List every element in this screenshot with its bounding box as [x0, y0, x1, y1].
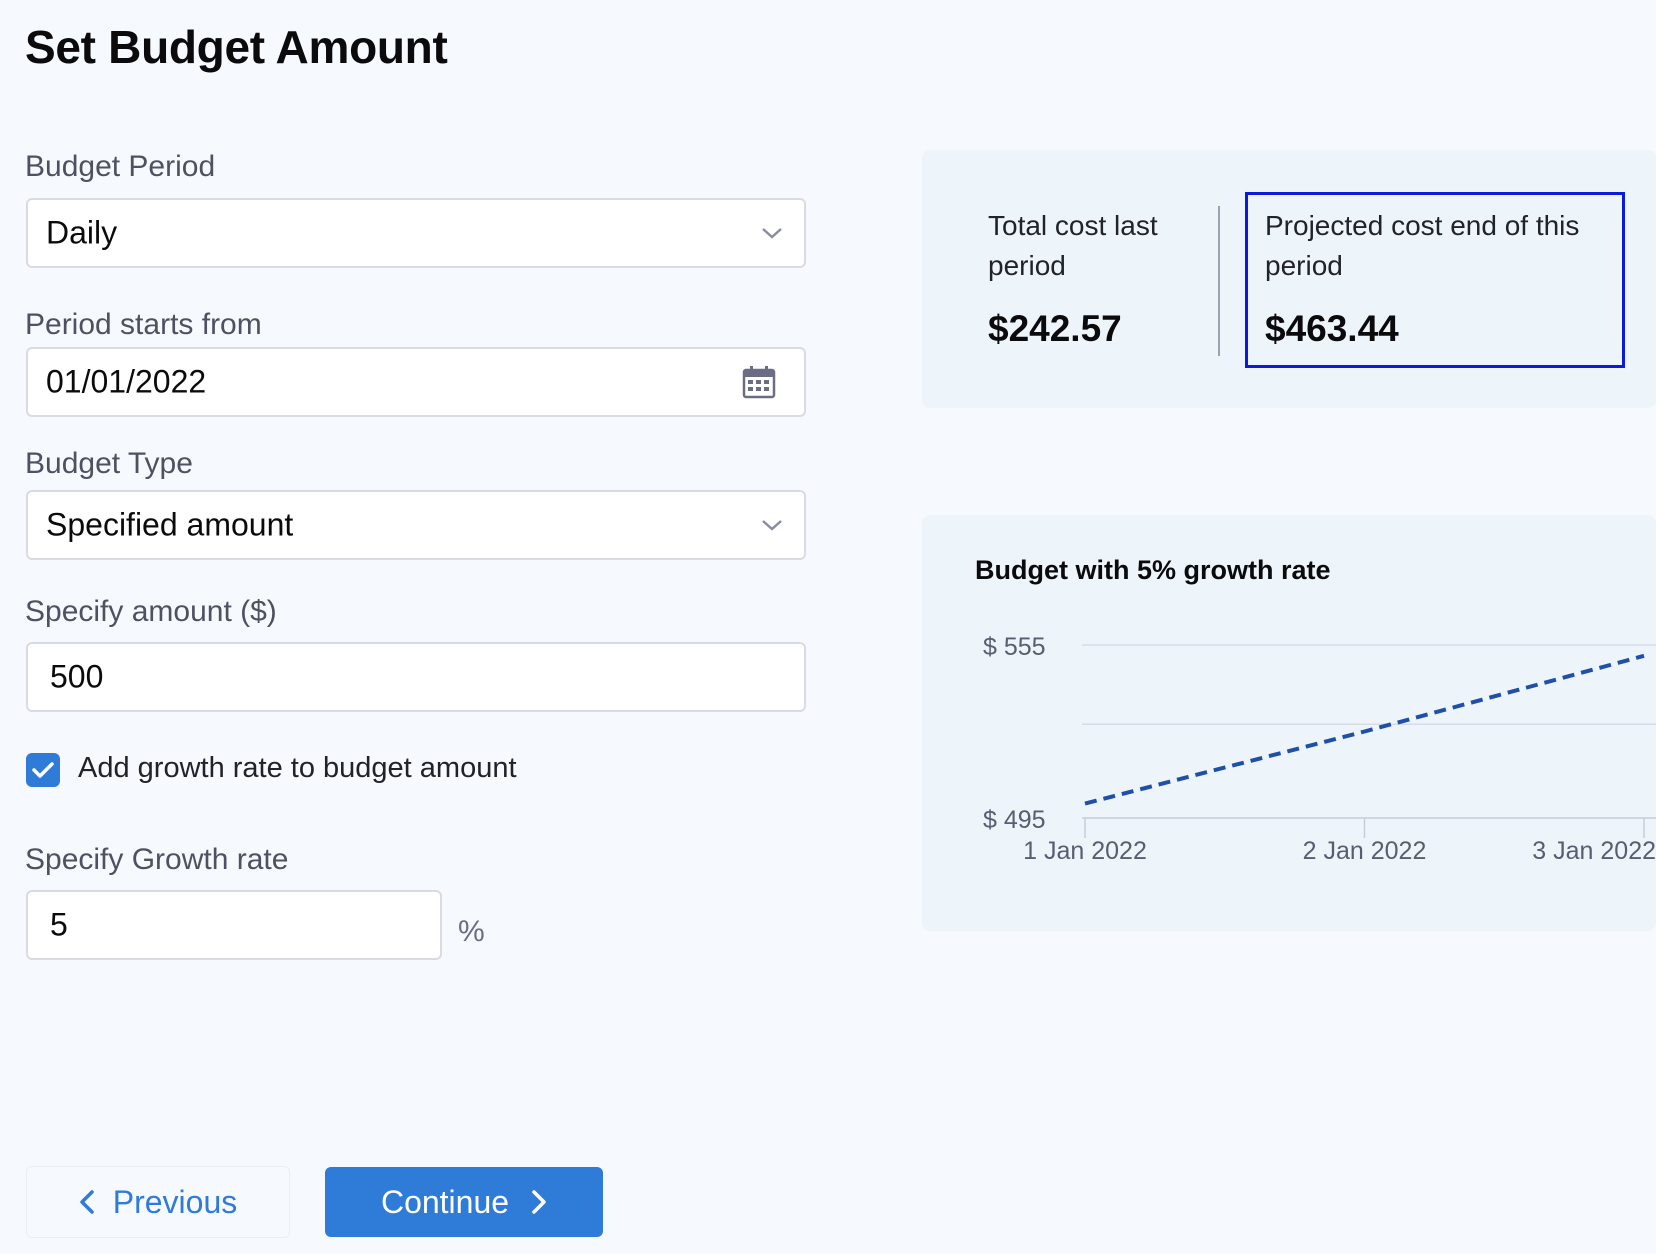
growth-rate-checkbox[interactable]	[26, 753, 60, 787]
checkmark-icon	[32, 762, 54, 778]
period-start-date-input[interactable]: 01/01/2022	[26, 347, 806, 417]
previous-button-label: Previous	[112, 1183, 238, 1220]
growth-rate-value: 5	[50, 906, 68, 943]
chevron-right-icon	[532, 1190, 546, 1214]
chart-x-tick-label: 3 Jan 2022	[1532, 837, 1656, 865]
chart-x-tick-label: 1 Jan 2022	[1023, 837, 1147, 865]
budget-period-select[interactable]: Daily	[26, 198, 806, 268]
chart-x-tick-label: 2 Jan 2022	[1303, 837, 1427, 865]
period-start-label: Period starts from	[25, 308, 262, 341]
chart-y-tick-label: $ 495	[983, 806, 1046, 834]
chevron-left-icon	[80, 1190, 94, 1214]
budget-type-label: Budget Type	[25, 447, 193, 480]
chart-y-tick-label: $ 555	[983, 633, 1046, 661]
last-period-cost-value: $242.57	[988, 308, 1122, 349]
projected-cost-value: $463.44	[1265, 308, 1399, 349]
budget-type-value: Specified amount	[46, 506, 294, 543]
continue-button[interactable]: Continue	[325, 1167, 603, 1237]
budget-chart-panel: Budget with 5% growth rate $ 555 $ 495 1 J…	[922, 515, 1656, 931]
period-start-value: 01/01/2022	[46, 363, 207, 400]
chevron-down-icon	[762, 228, 782, 239]
amount-input[interactable]: 500	[26, 642, 806, 712]
calendar-icon[interactable]	[742, 365, 776, 399]
amount-value: 500	[50, 658, 104, 695]
previous-button[interactable]: Previous	[26, 1166, 290, 1238]
chart-series-line	[1084, 653, 1645, 806]
chevron-down-icon	[762, 520, 782, 531]
budget-line-chart: $ 555 $ 495 1 Jan 2022 2 Jan 2022 3 Jan 2022	[983, 633, 1656, 865]
projected-cost: Projected cost end of this period $463.4…	[1265, 206, 1615, 350]
budget-period-value: Daily	[46, 214, 118, 251]
budget-type-select[interactable]: Specified amount	[26, 490, 806, 560]
growth-rate-checkbox-label[interactable]: Add growth rate to budget amount	[78, 752, 517, 785]
amount-label: Specify amount ($)	[25, 595, 277, 628]
continue-button-label: Continue	[380, 1183, 510, 1220]
cost-summary-panel: Total cost last period $242.57 Projected…	[922, 150, 1656, 408]
page-title: Set Budget Amount	[25, 21, 448, 73]
growth-rate-input[interactable]: 5	[26, 890, 442, 960]
percent-unit: %	[458, 915, 485, 948]
last-period-cost: Total cost last period $242.57	[988, 206, 1198, 350]
cost-divider	[1218, 206, 1220, 356]
projected-cost-label: Projected cost end of this period	[1265, 210, 1580, 281]
growth-rate-label: Specify Growth rate	[25, 843, 289, 876]
budget-period-label: Budget Period	[25, 150, 216, 183]
last-period-cost-label: Total cost last period	[988, 210, 1158, 281]
